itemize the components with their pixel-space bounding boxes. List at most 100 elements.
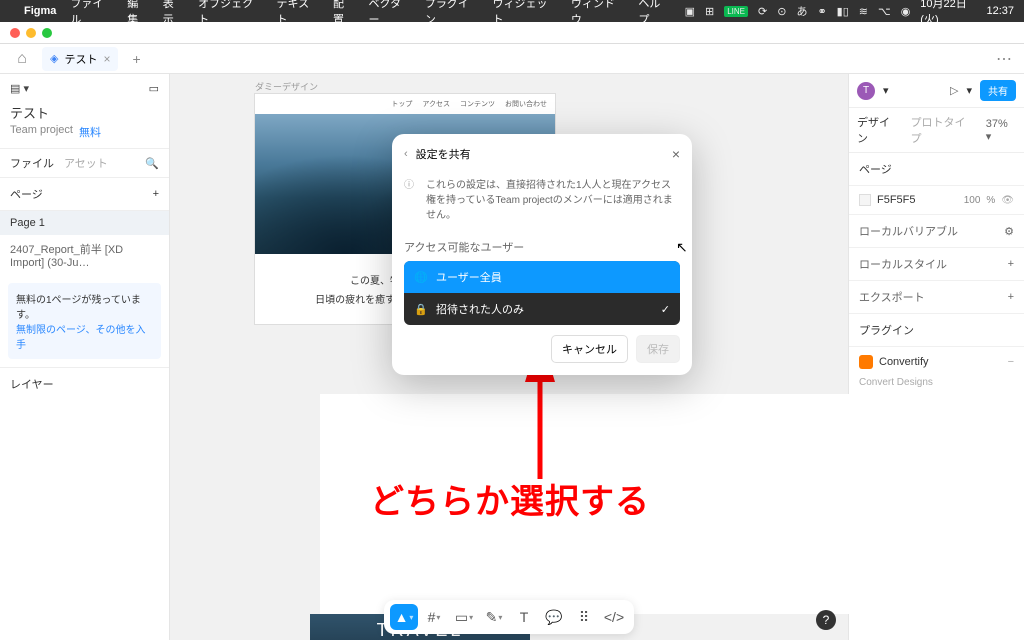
zoom-level[interactable]: 37% ▾ <box>986 118 1016 143</box>
menu-arrange[interactable]: 配置 <box>333 0 354 27</box>
menubar-time[interactable]: 12:37 <box>986 5 1014 17</box>
color-swatch[interactable] <box>859 194 871 206</box>
tab-overflow-button[interactable]: ⋯ <box>996 49 1014 69</box>
menu-object[interactable]: オブジェクト <box>198 0 262 27</box>
close-window-button[interactable] <box>10 28 20 38</box>
bg-hex[interactable]: F5F5F5 <box>877 194 916 206</box>
upgrade-link[interactable]: 無制限のページ、その他を入手 <box>16 325 146 351</box>
export-label[interactable]: エクスポート <box>859 289 925 305</box>
modal-close-button[interactable]: × <box>672 146 680 162</box>
present-button[interactable]: ▷ <box>950 84 958 97</box>
menu-widgets[interactable]: ウィジェット <box>493 0 557 27</box>
frame-label[interactable]: ダミーデザイン <box>255 80 318 93</box>
mock-nav-item: トップ <box>391 99 412 109</box>
file-tab-label: テスト <box>64 51 97 67</box>
plan-badge[interactable]: 無料 <box>79 124 101 140</box>
plugin-name[interactable]: Convertify <box>879 356 929 368</box>
menu-vector[interactable]: ベクター <box>368 0 410 27</box>
menu-help[interactable]: ヘルプ <box>638 0 670 27</box>
right-tab-prototype[interactable]: プロトタイプ <box>910 114 975 146</box>
add-export-button[interactable]: + <box>1008 291 1014 303</box>
app-name[interactable]: Figma <box>24 5 56 17</box>
variables-settings-icon[interactable]: ⚙ <box>1004 225 1014 238</box>
battery-icon[interactable]: ▮▯ <box>837 5 849 18</box>
menu-text[interactable]: テキスト <box>276 0 319 27</box>
visibility-toggle-icon[interactable]: 👁 <box>1001 195 1014 206</box>
wifi-icon[interactable]: ≋ <box>859 5 868 18</box>
tool-comment[interactable]: 💬 <box>540 604 568 630</box>
workspace: ▤ ▾ ▭ テスト Team project 無料 ファイル アセット 🔍 ペー… <box>0 74 1024 640</box>
tool-move[interactable]: ▲▾ <box>390 604 418 630</box>
background-color-row[interactable]: F5F5F5 100 % 👁 <box>849 186 1024 215</box>
macos-menubar: Figma ファイル 編集 表示 オブジェクト テキスト 配置 ベクター プラグ… <box>0 0 1024 22</box>
annotation-text: どちらか選択する <box>370 474 650 523</box>
bg-unit: % <box>986 195 995 206</box>
canvas[interactable]: ダミーデザイン トップ アクセス コンテンツ お問い合わせ この夏、特別な時間を… <box>170 74 848 640</box>
left-panel: ▤ ▾ ▭ テスト Team project 無料 ファイル アセット 🔍 ペー… <box>0 74 170 640</box>
save-button[interactable]: 保存 <box>636 335 680 363</box>
share-button[interactable]: 共有 <box>980 80 1016 101</box>
status-icon[interactable]: ▣ <box>685 5 695 18</box>
plugin-icon[interactable] <box>859 355 873 369</box>
siri-icon[interactable]: ◉ <box>901 5 911 18</box>
page-item-active[interactable]: Page 1 <box>0 211 169 235</box>
team-name[interactable]: Team project <box>10 124 73 140</box>
new-tab-button[interactable]: + <box>126 51 146 67</box>
tool-shape[interactable]: ▭▾ <box>450 604 478 630</box>
tool-text[interactable]: T <box>510 604 538 630</box>
tool-dev[interactable]: </> <box>600 604 628 630</box>
right-tab-design[interactable]: デザイン <box>857 114 900 146</box>
layers-label: レイヤー <box>0 367 169 400</box>
mock-nav-item: お問い合わせ <box>505 99 547 109</box>
status-icon[interactable]: ⊞ <box>705 5 714 18</box>
menu-window[interactable]: ウィンドウ <box>571 0 625 27</box>
file-title[interactable]: テスト <box>10 103 159 122</box>
access-option-everyone[interactable]: 🌐 ユーザー全員 <box>404 261 680 293</box>
menu-file[interactable]: ファイル <box>70 0 113 27</box>
control-center-icon[interactable]: ⌥ <box>878 5 891 18</box>
left-tab-file[interactable]: ファイル <box>10 155 54 171</box>
add-style-button[interactable]: + <box>1008 258 1014 270</box>
present-chevron-icon[interactable]: ▾ <box>966 84 972 97</box>
modal-back-button[interactable]: ‹ <box>404 148 408 160</box>
ime-icon[interactable]: あ <box>796 3 807 19</box>
close-tab-icon[interactable]: × <box>103 52 110 66</box>
avatar-chevron-icon[interactable]: ▾ <box>883 84 889 97</box>
access-dropdown[interactable]: 🌐 ユーザー全員 🔒 招待された人のみ ✓ <box>404 261 680 325</box>
access-option-label: ユーザー全員 <box>436 269 502 285</box>
help-button[interactable]: ? <box>816 610 836 630</box>
page-section-label: ページ <box>859 161 892 177</box>
tool-actions[interactable]: ⠿ <box>570 604 598 630</box>
home-button[interactable]: ⌂ <box>10 48 34 70</box>
left-tab-asset[interactable]: アセット <box>64 155 108 171</box>
bluetooth-icon[interactable]: ⚭ <box>817 5 826 18</box>
zoom-window-button[interactable] <box>42 28 52 38</box>
menu-view[interactable]: 表示 <box>163 0 184 27</box>
page-item[interactable]: 2407_Report_前半 [XD Import] (30-Ju… <box>0 235 169 275</box>
menu-plugins[interactable]: プラグイン <box>425 0 479 27</box>
avatar[interactable]: T <box>857 82 875 100</box>
access-option-invited[interactable]: 🔒 招待された人のみ ✓ <box>404 293 680 325</box>
status-icon[interactable]: ⊙ <box>777 5 786 18</box>
add-page-button[interactable]: + <box>153 188 159 200</box>
line-icon[interactable]: LINE <box>724 6 748 17</box>
cancel-button[interactable]: キャンセル <box>551 335 628 363</box>
file-tab[interactable]: ◈ テスト × <box>42 47 118 71</box>
access-option-label: 招待された人のみ <box>436 301 524 317</box>
status-icon[interactable]: ⟳ <box>758 5 767 18</box>
menu-edit[interactable]: 編集 <box>127 0 148 27</box>
plugin-remove-button[interactable]: − <box>1008 356 1014 368</box>
tool-pen[interactable]: ✎▾ <box>480 604 508 630</box>
local-variables-label[interactable]: ローカルバリアブル <box>859 223 958 239</box>
file-tab-icon: ◈ <box>50 52 58 65</box>
panel-toggle-icon[interactable]: ▭ <box>149 82 159 95</box>
tool-frame[interactable]: #▾ <box>420 604 448 630</box>
local-styles-label[interactable]: ローカルスタイル <box>859 256 947 272</box>
mouse-cursor-icon: ↖ <box>676 239 688 256</box>
search-icon[interactable]: 🔍 <box>145 157 159 170</box>
figma-logo-icon[interactable]: ▤ ▾ <box>10 83 29 95</box>
menubar-date[interactable]: 10月22日(火) <box>920 0 976 27</box>
minimize-window-button[interactable] <box>26 28 36 38</box>
mock-nav: トップ アクセス コンテンツ お問い合わせ <box>255 94 555 114</box>
bg-opacity[interactable]: 100 <box>964 195 981 206</box>
